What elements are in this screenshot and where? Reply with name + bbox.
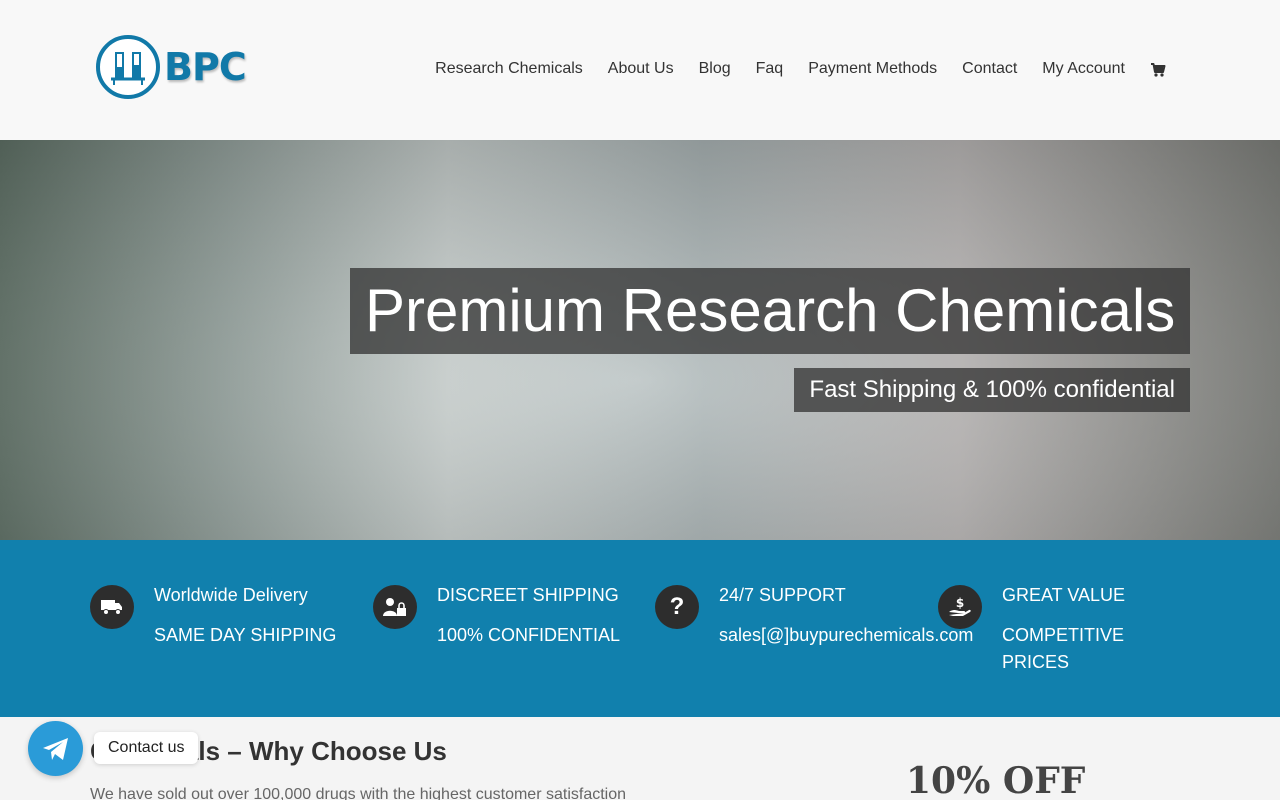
feature-title: GREAT VALUE <box>1002 585 1126 605</box>
features-band: Worldwide Delivery SAME DAY SHIPPING DIS… <box>0 540 1280 717</box>
section-intro: We have sold out over 100,000 drugs with… <box>90 786 627 800</box>
feature-detail: 100% CONFIDENTIAL <box>437 625 621 645</box>
nav-contact[interactable]: Contact <box>962 60 1017 78</box>
telegram-icon[interactable] <box>28 721 83 776</box>
feature-detail: COMPETITIVE <box>1002 625 1125 645</box>
cart-icon[interactable] <box>1150 60 1166 78</box>
truck-icon <box>90 585 134 629</box>
hand-dollar-icon: $ <box>938 585 982 629</box>
logo-text: BPC <box>164 45 247 89</box>
question-icon: ? <box>655 585 699 629</box>
site-logo[interactable]: BPC <box>96 34 247 100</box>
main-nav: Research Chemicals About Us Blog Faq Pay… <box>435 60 1166 78</box>
svg-text:$: $ <box>956 596 964 610</box>
hero-banner: Premium Research Chemicals Fast Shipping… <box>0 140 1280 540</box>
feature-detail: SAME DAY SHIPPING <box>154 625 337 645</box>
nav-my-account[interactable]: My Account <box>1042 60 1125 78</box>
hero-title: Premium Research Chemicals <box>350 268 1190 354</box>
logo-flask-icon <box>96 35 160 99</box>
feature-title: Worldwide Delivery <box>154 585 308 605</box>
site-header: BPC Research Chemicals About Us Blog Faq… <box>0 0 1280 140</box>
nav-about-us[interactable]: About Us <box>608 60 674 78</box>
user-lock-icon <box>373 585 417 629</box>
nav-research-chemicals[interactable]: Research Chemicals <box>435 60 583 78</box>
nav-faq[interactable]: Faq <box>756 60 784 78</box>
support-email[interactable]: sales[@]buypurechemicals.com <box>719 622 973 649</box>
hero-subtitle: Fast Shipping & 100% confidential <box>794 368 1190 412</box>
feature-title: DISCREET SHIPPING <box>437 585 619 605</box>
contact-us-button[interactable]: Contact us <box>94 732 199 764</box>
feature-title: 24/7 SUPPORT <box>719 585 846 605</box>
nav-payment-methods[interactable]: Payment Methods <box>808 60 937 78</box>
promo-banner[interactable]: 10% OFF <box>906 760 1085 800</box>
feature-detail-cont: PRICES <box>1002 652 1070 672</box>
nav-blog[interactable]: Blog <box>699 60 731 78</box>
